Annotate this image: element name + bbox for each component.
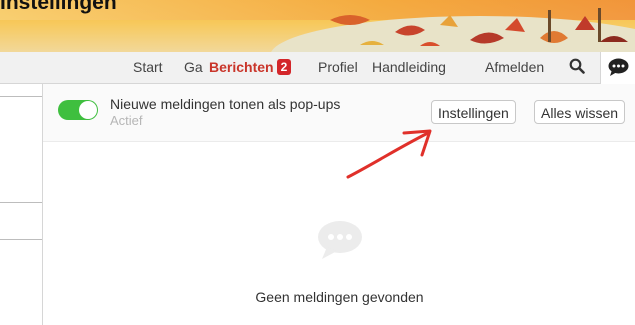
document-heading: Instellingen	[0, 0, 117, 14]
top-navigation: Start Ga Berichten 2 Profiel Handleiding …	[0, 52, 635, 84]
notifications-header: Nieuwe meldingen tonen als pop-ups Actie…	[43, 84, 635, 142]
nav-item-profiel[interactable]: Profiel	[318, 59, 358, 75]
toggle-knob	[79, 101, 97, 119]
clear-all-button[interactable]: Alles wissen	[534, 100, 626, 124]
nav-item-berichten[interactable]: Berichten 2	[209, 59, 292, 75]
chat-bubble-icon	[608, 58, 629, 76]
popup-toggle-switch[interactable]	[58, 100, 98, 120]
search-icon[interactable]	[569, 58, 585, 74]
nav-item-ga[interactable]: Ga	[184, 59, 203, 75]
message-count-badge: 2	[276, 59, 292, 75]
content-divider	[0, 202, 42, 203]
notifications-panel: Nieuwe meldingen tonen als pop-ups Actie…	[42, 84, 635, 325]
nav-item-start[interactable]: Start	[133, 59, 163, 75]
notifications-toggle-button[interactable]	[600, 52, 635, 84]
popup-toggle-status: Actief	[110, 113, 143, 128]
content-divider	[0, 96, 42, 97]
content-divider	[0, 239, 42, 240]
nav-item-berichten-label: Berichten	[209, 59, 274, 75]
nav-item-afmelden[interactable]: Afmelden	[485, 59, 544, 75]
empty-chat-bubble-icon	[318, 221, 362, 259]
nav-item-handleiding[interactable]: Handleiding	[372, 59, 446, 75]
popup-toggle-label: Nieuwe meldingen tonen als pop-ups	[110, 96, 341, 112]
underlying-page-content	[0, 84, 42, 325]
annotation-arrow-icon	[346, 129, 432, 179]
settings-button[interactable]: Instellingen	[431, 100, 516, 124]
empty-state-message: Geen meldingen gevonden	[255, 289, 424, 305]
